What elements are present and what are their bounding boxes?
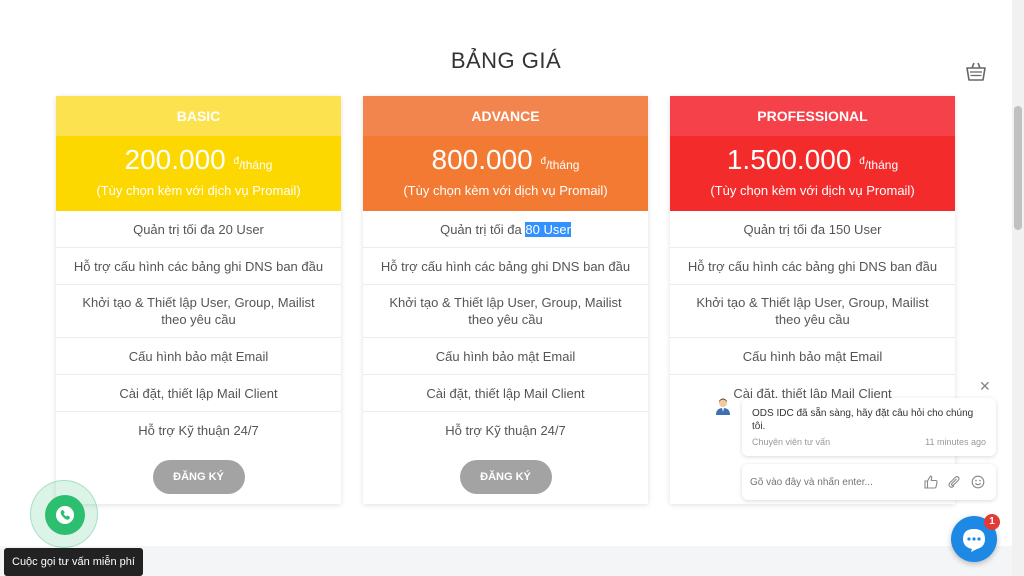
close-icon[interactable]: ✕ bbox=[979, 378, 991, 395]
scrollbar-thumb[interactable] bbox=[1014, 106, 1022, 230]
agent-avatar-icon bbox=[716, 398, 730, 415]
price-value: 1.500.000 bbox=[726, 144, 852, 175]
page: BẢNG GIÁ BASIC 200.000 đ/tháng (Tùy chọn… bbox=[0, 0, 1024, 576]
card-price-block: 1.500.000 đ/tháng (Tùy chọn kèm với dịch… bbox=[670, 136, 955, 211]
feature-list: Quản trị tối đa 150 User Hỗ trợ cấu hình… bbox=[670, 211, 955, 412]
feature-item: Khởi tạo & Thiết lập User, Group, Mailis… bbox=[670, 285, 955, 338]
price-unit: /tháng bbox=[546, 158, 580, 172]
chat-input-box[interactable] bbox=[742, 464, 996, 500]
cart-icon[interactable] bbox=[964, 60, 988, 84]
card-price-block: 800.000 đ/tháng (Tùy chọn kèm với dịch v… bbox=[363, 136, 648, 211]
feature-item: Cài đặt, thiết lập Mail Client bbox=[56, 375, 341, 412]
chat-message: ODS IDC đã sẵn sàng, hãy đặt câu hỏi cho… bbox=[752, 408, 974, 432]
pricing-card-basic: BASIC 200.000 đ/tháng (Tùy chọn kèm với … bbox=[56, 96, 341, 504]
chat-agent-name: Chuyên viên tư vấn bbox=[752, 437, 831, 447]
emoji-icon[interactable] bbox=[971, 475, 985, 489]
card-title: ADVANCE bbox=[363, 96, 648, 136]
register-button-advance[interactable]: ĐĂNG KÝ bbox=[459, 460, 552, 494]
feature-list: Quản trị tối đa 20 User Hỗ trợ cấu hình … bbox=[56, 211, 341, 449]
price-note: (Tùy chọn kèm với dịch vụ Promail) bbox=[96, 183, 301, 198]
card-price-block: 200.000 đ/tháng (Tùy chọn kèm với dịch v… bbox=[56, 136, 341, 211]
price-note: (Tùy chọn kèm với dịch vụ Promail) bbox=[403, 183, 608, 198]
card-title: BASIC bbox=[56, 96, 341, 136]
feature-item: Hỗ trợ cấu hình các bảng ghi DNS ban đầu bbox=[363, 248, 648, 285]
price-value: 800.000 bbox=[431, 144, 533, 175]
page-title: BẢNG GIÁ bbox=[450, 48, 562, 73]
price-value: 200.000 bbox=[124, 144, 226, 175]
notification-badge: 1 bbox=[984, 514, 1000, 530]
chat-message-bubble: ODS IDC đã sẵn sàng, hãy đặt câu hỏi cho… bbox=[742, 398, 996, 456]
call-button-inner[interactable] bbox=[45, 495, 85, 535]
feature-item: Quản trị tối đa 80 User bbox=[363, 211, 648, 248]
feature-item: Cấu hình bảo mật Email bbox=[56, 338, 341, 375]
chat-timestamp: 11 minutes ago bbox=[925, 437, 986, 447]
feature-item: Quản trị tối đa 20 User bbox=[56, 211, 341, 248]
card-title: PROFESSIONAL bbox=[670, 96, 955, 136]
feature-item: Cấu hình bảo mật Email bbox=[670, 338, 955, 375]
feature-item: Hỗ trợ cấu hình các bảng ghi DNS ban đầu bbox=[670, 248, 955, 285]
pricing-card-advance: ADVANCE 800.000 đ/tháng (Tùy chọn kèm vớ… bbox=[363, 96, 648, 504]
feature-item: Cài đặt, thiết lập Mail Client bbox=[363, 375, 648, 412]
phone-icon bbox=[56, 506, 74, 524]
footer-strip bbox=[0, 546, 1012, 576]
paperclip-icon[interactable] bbox=[947, 475, 961, 489]
call-label[interactable]: Cuộc gọi tư vấn miễn phí bbox=[4, 548, 143, 576]
price-unit: /tháng bbox=[239, 158, 273, 172]
feature-item: Khởi tạo & Thiết lập User, Group, Mailis… bbox=[56, 285, 341, 338]
feature-list: Quản trị tối đa 80 User Hỗ trợ cấu hình … bbox=[363, 211, 648, 449]
selected-text: 80 User bbox=[525, 221, 571, 237]
feature-item: Cấu hình bảo mật Email bbox=[363, 338, 648, 375]
feature-item: Hỗ trợ cấu hình các bảng ghi DNS ban đầu bbox=[56, 248, 341, 285]
call-button[interactable] bbox=[30, 480, 98, 548]
feature-item: Quản trị tối đa 150 User bbox=[670, 211, 955, 248]
chat-input[interactable] bbox=[750, 472, 910, 492]
thumbs-up-icon[interactable] bbox=[924, 475, 938, 489]
feature-item: Khởi tạo & Thiết lập User, Group, Mailis… bbox=[363, 285, 648, 338]
feature-item: Hỗ trợ Kỹ thuận 24/7 bbox=[445, 423, 566, 438]
feature-prefix: Quản trị tối đa bbox=[440, 221, 526, 237]
scrollbar[interactable] bbox=[1012, 0, 1024, 576]
price-note: (Tùy chọn kèm với dịch vụ Promail) bbox=[710, 183, 915, 198]
register-button-basic[interactable]: ĐĂNG KÝ bbox=[152, 460, 245, 494]
feature-item: Hỗ trợ Kỹ thuận 24/7 bbox=[138, 423, 259, 438]
price-unit: /tháng bbox=[864, 158, 899, 172]
